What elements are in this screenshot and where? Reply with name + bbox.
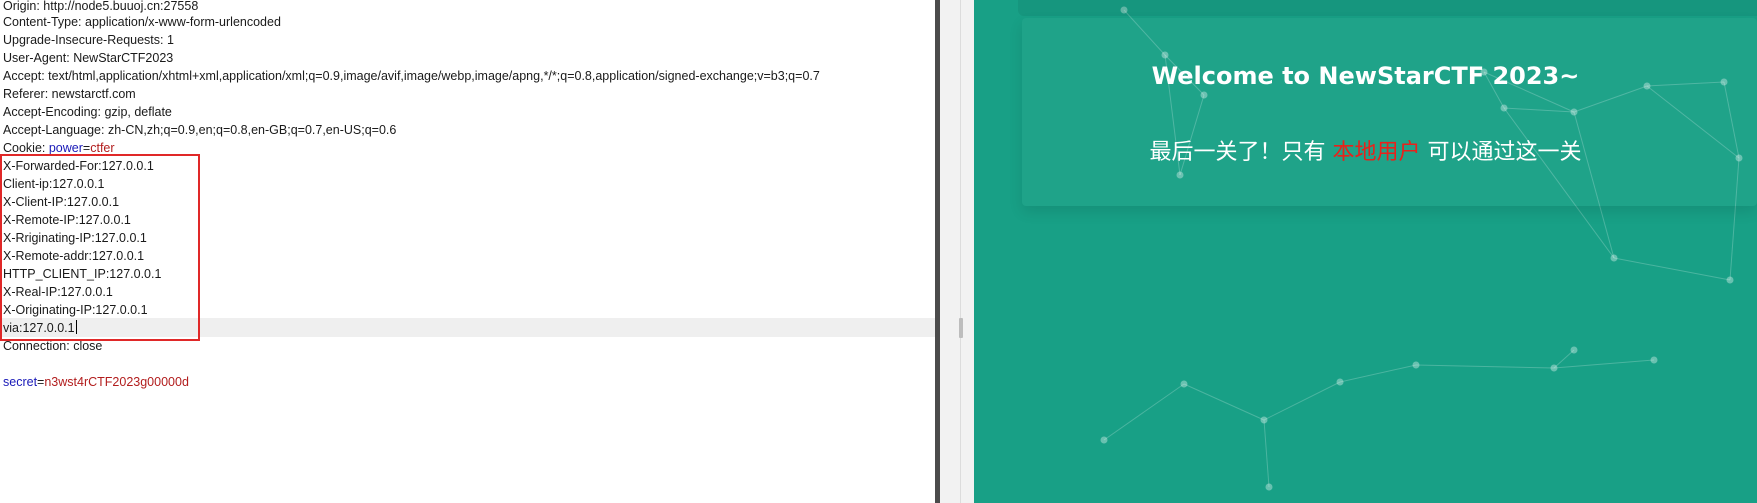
gutter-line <box>960 0 961 503</box>
raw-request-editor[interactable]: Origin: http://node5.buuoj.cn:27558 Cont… <box>0 0 935 503</box>
network-link <box>1103 383 1185 441</box>
network-link <box>1339 364 1417 383</box>
header-line-upgrade-insecure-requests: Upgrade-Insecure-Requests: 1 <box>3 33 174 47</box>
network-node <box>1570 346 1578 354</box>
header-line-accept-language: Accept-Language: zh-CN,zh;q=0.9,en;q=0.8… <box>3 123 397 137</box>
network-node <box>1412 361 1420 369</box>
network-link <box>1263 419 1270 488</box>
network-node <box>1260 416 1268 424</box>
rendered-page: Welcome to NewStarCTF 2023~ 最后一关了！只有 本地用… <box>974 0 1757 503</box>
network-link <box>1183 383 1265 421</box>
network-link <box>1553 359 1655 369</box>
network-link <box>1553 349 1575 369</box>
network-link <box>1415 364 1555 369</box>
network-node <box>1726 276 1734 284</box>
top-bar <box>1018 0 1757 16</box>
request-body-line: secret=n3wst4rCTF2023g00000d <box>3 375 189 389</box>
page-title: Welcome to NewStarCTF 2023~ <box>1151 62 1580 90</box>
resize-grip-icon[interactable] <box>959 318 963 338</box>
welcome-card <box>1022 18 1757 206</box>
header-line-content-type: Content-Type: application/x-www-form-url… <box>3 15 281 29</box>
network-node <box>1650 356 1658 364</box>
network-node <box>1550 364 1558 372</box>
header-line-referer: Referer: newstarctf.com <box>3 87 136 101</box>
challenge-message: 最后一关了！只有 本地用户 可以通过这一关 <box>1149 140 1582 165</box>
annotation-highlight-box <box>0 154 200 341</box>
header-line-accept-encoding: Accept-Encoding: gzip, deflate <box>3 105 172 119</box>
split-gutter[interactable] <box>940 0 975 503</box>
network-link <box>1263 381 1341 421</box>
network-node <box>1265 483 1273 491</box>
network-node <box>1100 436 1108 444</box>
network-node <box>1180 380 1188 388</box>
header-line-accept: Accept: text/html,application/xhtml+xml,… <box>3 69 820 83</box>
local-user-highlight: 本地用户 <box>1332 140 1421 165</box>
network-node <box>1610 254 1618 262</box>
header-line-user-agent: User-Agent: NewStarCTF2023 <box>3 51 174 65</box>
network-link <box>1613 257 1731 281</box>
network-node <box>1336 378 1344 386</box>
